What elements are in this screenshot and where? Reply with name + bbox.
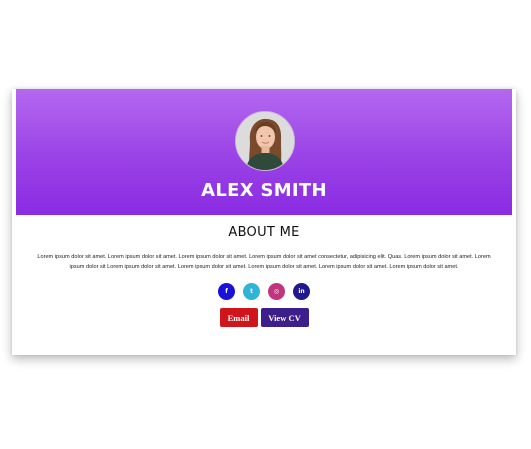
instagram-icon[interactable]: ◎ — [268, 283, 285, 300]
about-paragraph: Lorem ipsum dolor sit amet. Lorem ipsum … — [37, 254, 491, 270]
avatar — [235, 111, 295, 171]
email-button[interactable]: Email — [219, 308, 258, 327]
about-heading: ABOUT ME — [228, 225, 300, 240]
profile-banner: ALEX SMITH — [16, 89, 512, 215]
linkedin-icon[interactable]: in — [293, 283, 310, 300]
profile-card: ALEX SMITH ABOUT ME Lorem ipsum dolor si… — [12, 89, 516, 355]
action-buttons: Email View CV — [12, 308, 516, 327]
facebook-icon[interactable]: f — [218, 283, 235, 300]
person-portrait-icon — [236, 112, 294, 170]
view-cv-button[interactable]: View CV — [260, 308, 309, 327]
profile-name: ALEX SMITH — [201, 180, 327, 201]
twitter-icon[interactable]: t — [243, 283, 260, 300]
social-links: f t ◎ in — [12, 283, 516, 300]
